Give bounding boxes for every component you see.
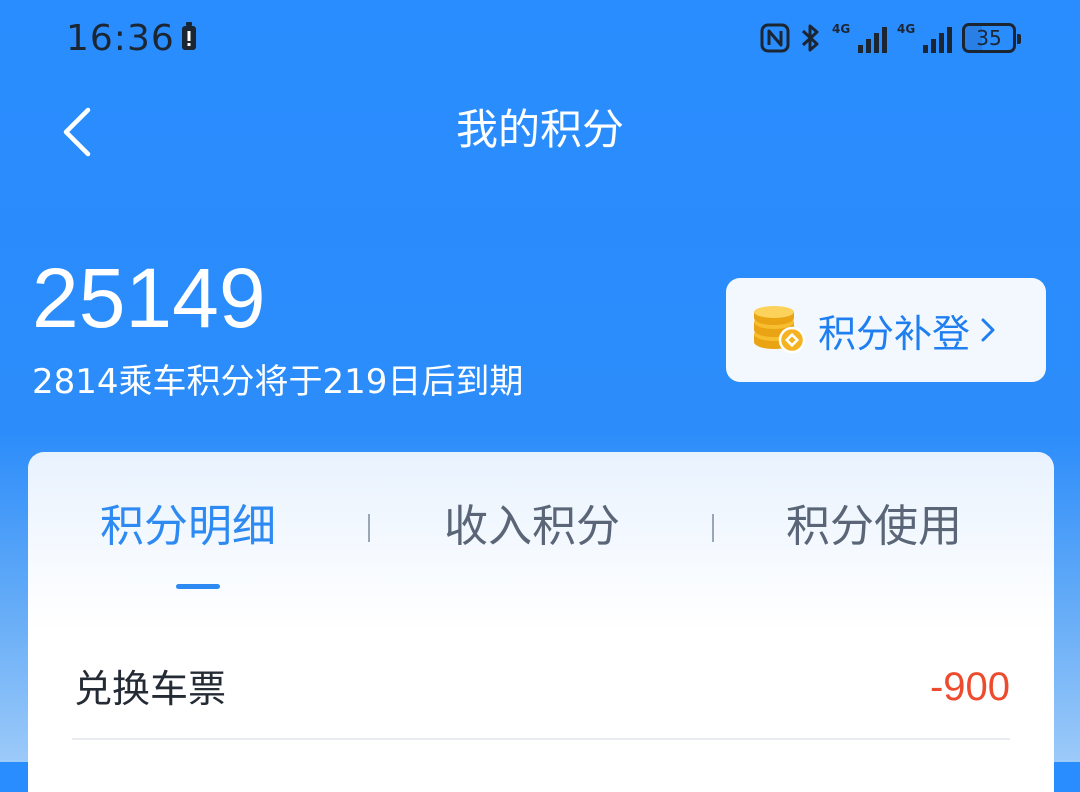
tab-points-income[interactable]: 收入积分 [444, 492, 620, 562]
nfc-icon [760, 23, 790, 53]
chevron-left-icon [63, 107, 91, 157]
battery-indicator: 35 [962, 23, 1021, 53]
coin-stack-icon [754, 306, 806, 354]
network-type-label: 4G [897, 22, 916, 36]
points-makeup-label: 积分补登 [818, 311, 971, 356]
back-button[interactable] [52, 100, 112, 164]
points-makeup-button[interactable]: 积分补登 [726, 278, 1046, 382]
status-time: 16:36 [66, 18, 175, 59]
battery-warning-icon [182, 22, 196, 50]
tab-points-usage[interactable]: 积分使用 [786, 492, 962, 562]
status-icons: 4G 4G 35 [760, 18, 1021, 58]
page-title: 我的积分 [455, 105, 624, 154]
network-type-label: 4G [832, 22, 851, 36]
tab-points-detail[interactable]: 积分明细 [100, 492, 276, 562]
status-bar: 16:36 4G 4G 35 [0, 0, 1080, 80]
list-item[interactable]: 兑换车票 -900 [72, 648, 1010, 740]
record-amount: -900 [929, 665, 1010, 709]
record-title: 兑换车票 [74, 667, 227, 711]
points-tabs: 积分明细 收入积分 积分使用 [28, 492, 1054, 562]
tab-divider [712, 514, 714, 542]
tab-divider [368, 514, 370, 542]
signal-strength-1: 4G [832, 23, 887, 53]
points-expiry-note: 2814乘车积分将于219日后到期 [32, 362, 524, 402]
active-tab-indicator [176, 584, 220, 589]
signal-strength-2: 4G [897, 23, 952, 53]
points-total: 25149 [32, 251, 266, 345]
points-card: 积分明细 收入积分 积分使用 兑换车票 -900 [28, 452, 1054, 792]
chevron-right-icon [981, 318, 995, 342]
bluetooth-icon [801, 24, 819, 52]
